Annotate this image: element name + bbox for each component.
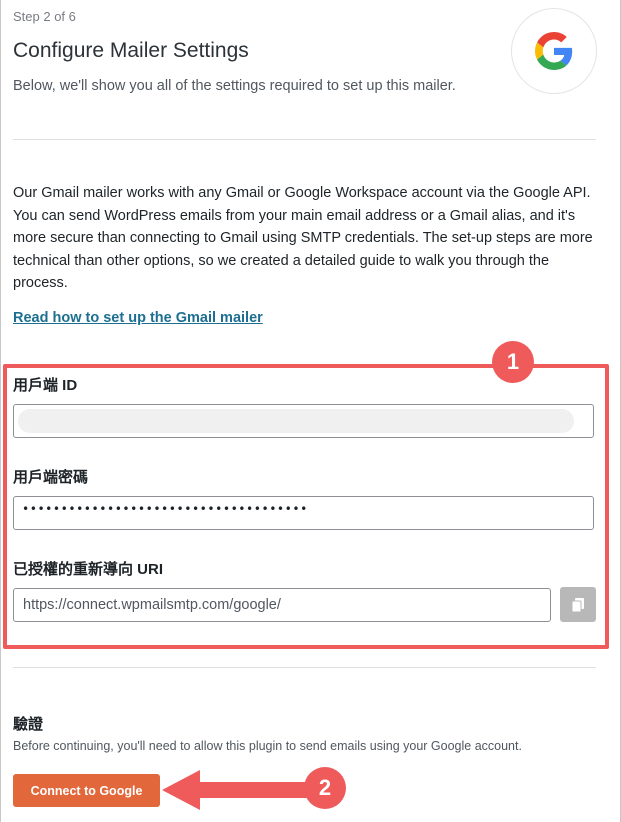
mailer-description: Our Gmail mailer works with any Gmail or… bbox=[13, 185, 593, 291]
redirect-uri-value: https://connect.wpmailsmtp.com/google/ bbox=[23, 597, 281, 613]
authentication-title: 驗證 bbox=[13, 716, 44, 733]
google-logo bbox=[511, 8, 597, 94]
section-divider bbox=[13, 139, 596, 140]
frame-left-border bbox=[0, 0, 1, 822]
section-divider bbox=[13, 667, 596, 668]
page-title: Configure Mailer Settings bbox=[13, 39, 249, 62]
page-subtitle: Below, we'll show you all of the setting… bbox=[13, 78, 456, 94]
redirect-uri-input[interactable]: https://connect.wpmailsmtp.com/google/ bbox=[13, 588, 551, 622]
redirect-uri-label: 已授權的重新導向 URI bbox=[13, 561, 164, 578]
client-secret-label: 用戶端密碼 bbox=[13, 469, 89, 486]
connect-to-google-button[interactable]: Connect to Google bbox=[13, 774, 160, 807]
client-secret-value: ••••••••••••••••••••••••••••••••••••• bbox=[22, 502, 308, 516]
annotation-badge-1: 1 bbox=[492, 341, 534, 383]
client-id-input[interactable] bbox=[13, 404, 594, 438]
authentication-description: Before continuing, you'll need to allow … bbox=[13, 739, 522, 753]
step-indicator: Step 2 of 6 bbox=[13, 9, 76, 24]
client-secret-input[interactable]: ••••••••••••••••••••••••••••••••••••• bbox=[13, 496, 594, 530]
copy-uri-button[interactable] bbox=[560, 587, 596, 622]
gmail-guide-link[interactable]: Read how to set up the Gmail mailer bbox=[13, 310, 263, 326]
copy-icon bbox=[571, 597, 584, 612]
client-id-value bbox=[18, 409, 574, 433]
client-id-label: 用戶端 ID bbox=[13, 377, 78, 394]
google-g-icon bbox=[535, 32, 573, 70]
annotation-arrow-icon bbox=[162, 770, 308, 810]
annotation-badge-2: 2 bbox=[304, 767, 346, 809]
